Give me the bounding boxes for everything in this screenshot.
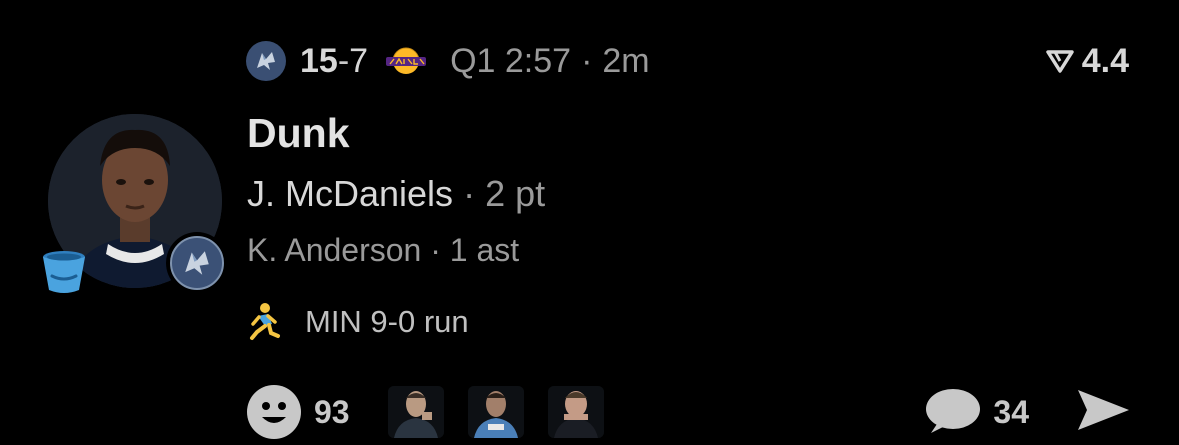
timberwolves-logo-icon bbox=[170, 236, 224, 290]
comment-button[interactable]: 34 bbox=[925, 387, 1029, 437]
reactor-avatar-3[interactable] bbox=[547, 386, 604, 438]
speech-bubble-icon bbox=[926, 389, 981, 433]
assist-count: 1 ast bbox=[449, 232, 520, 268]
assister-name[interactable]: K. Anderson bbox=[247, 232, 421, 268]
assist-separator: · bbox=[430, 232, 441, 268]
reactor-avatar-2[interactable] bbox=[467, 386, 524, 438]
header-separator: · bbox=[581, 42, 593, 80]
footer-actions: 34 bbox=[925, 384, 1131, 440]
score-separator: - bbox=[337, 42, 350, 80]
game-clock: Q1 2:57 bbox=[450, 42, 572, 80]
send-arrow-icon bbox=[1078, 389, 1129, 430]
reactor-avatars[interactable] bbox=[387, 386, 628, 438]
scorer-points: 2 pt bbox=[485, 173, 546, 214]
reaction-button[interactable]: 93 bbox=[246, 384, 350, 440]
run-indicator: MIN 9-0 run bbox=[247, 300, 469, 344]
share-button[interactable] bbox=[1075, 386, 1131, 439]
bucket-icon bbox=[43, 251, 85, 293]
rating[interactable]: 4.4 bbox=[1045, 36, 1129, 86]
run-text: MIN 9-0 run bbox=[305, 304, 469, 339]
smiley-face-icon bbox=[247, 385, 301, 439]
home-score: 15 bbox=[300, 42, 338, 80]
team-badge bbox=[166, 232, 228, 294]
scorer-separator: · bbox=[463, 173, 476, 214]
running-person-icon bbox=[250, 303, 280, 340]
scorer-name[interactable]: J. McDaniels bbox=[247, 173, 453, 214]
rating-value: 4.4 bbox=[1081, 41, 1129, 80]
play-type: Dunk bbox=[247, 110, 350, 156]
comment-count: 34 bbox=[993, 393, 1029, 430]
lakers-logo-icon bbox=[386, 47, 427, 74]
rating-flag-icon bbox=[1045, 50, 1074, 73]
footer-reactions: 93 bbox=[246, 384, 628, 440]
time-ago: 2m bbox=[602, 42, 650, 80]
timberwolves-logo-icon bbox=[246, 41, 286, 81]
reaction-count: 93 bbox=[314, 393, 350, 430]
scorer-line: J. McDaniels · 2 pt bbox=[247, 170, 545, 218]
game-header[interactable]: 15 - 7 Q1 2:57 · 2m bbox=[246, 36, 650, 86]
away-score: 7 bbox=[349, 42, 369, 80]
assist-line: K. Anderson · 1 ast bbox=[247, 228, 519, 272]
reactor-avatar-1[interactable] bbox=[387, 386, 444, 438]
